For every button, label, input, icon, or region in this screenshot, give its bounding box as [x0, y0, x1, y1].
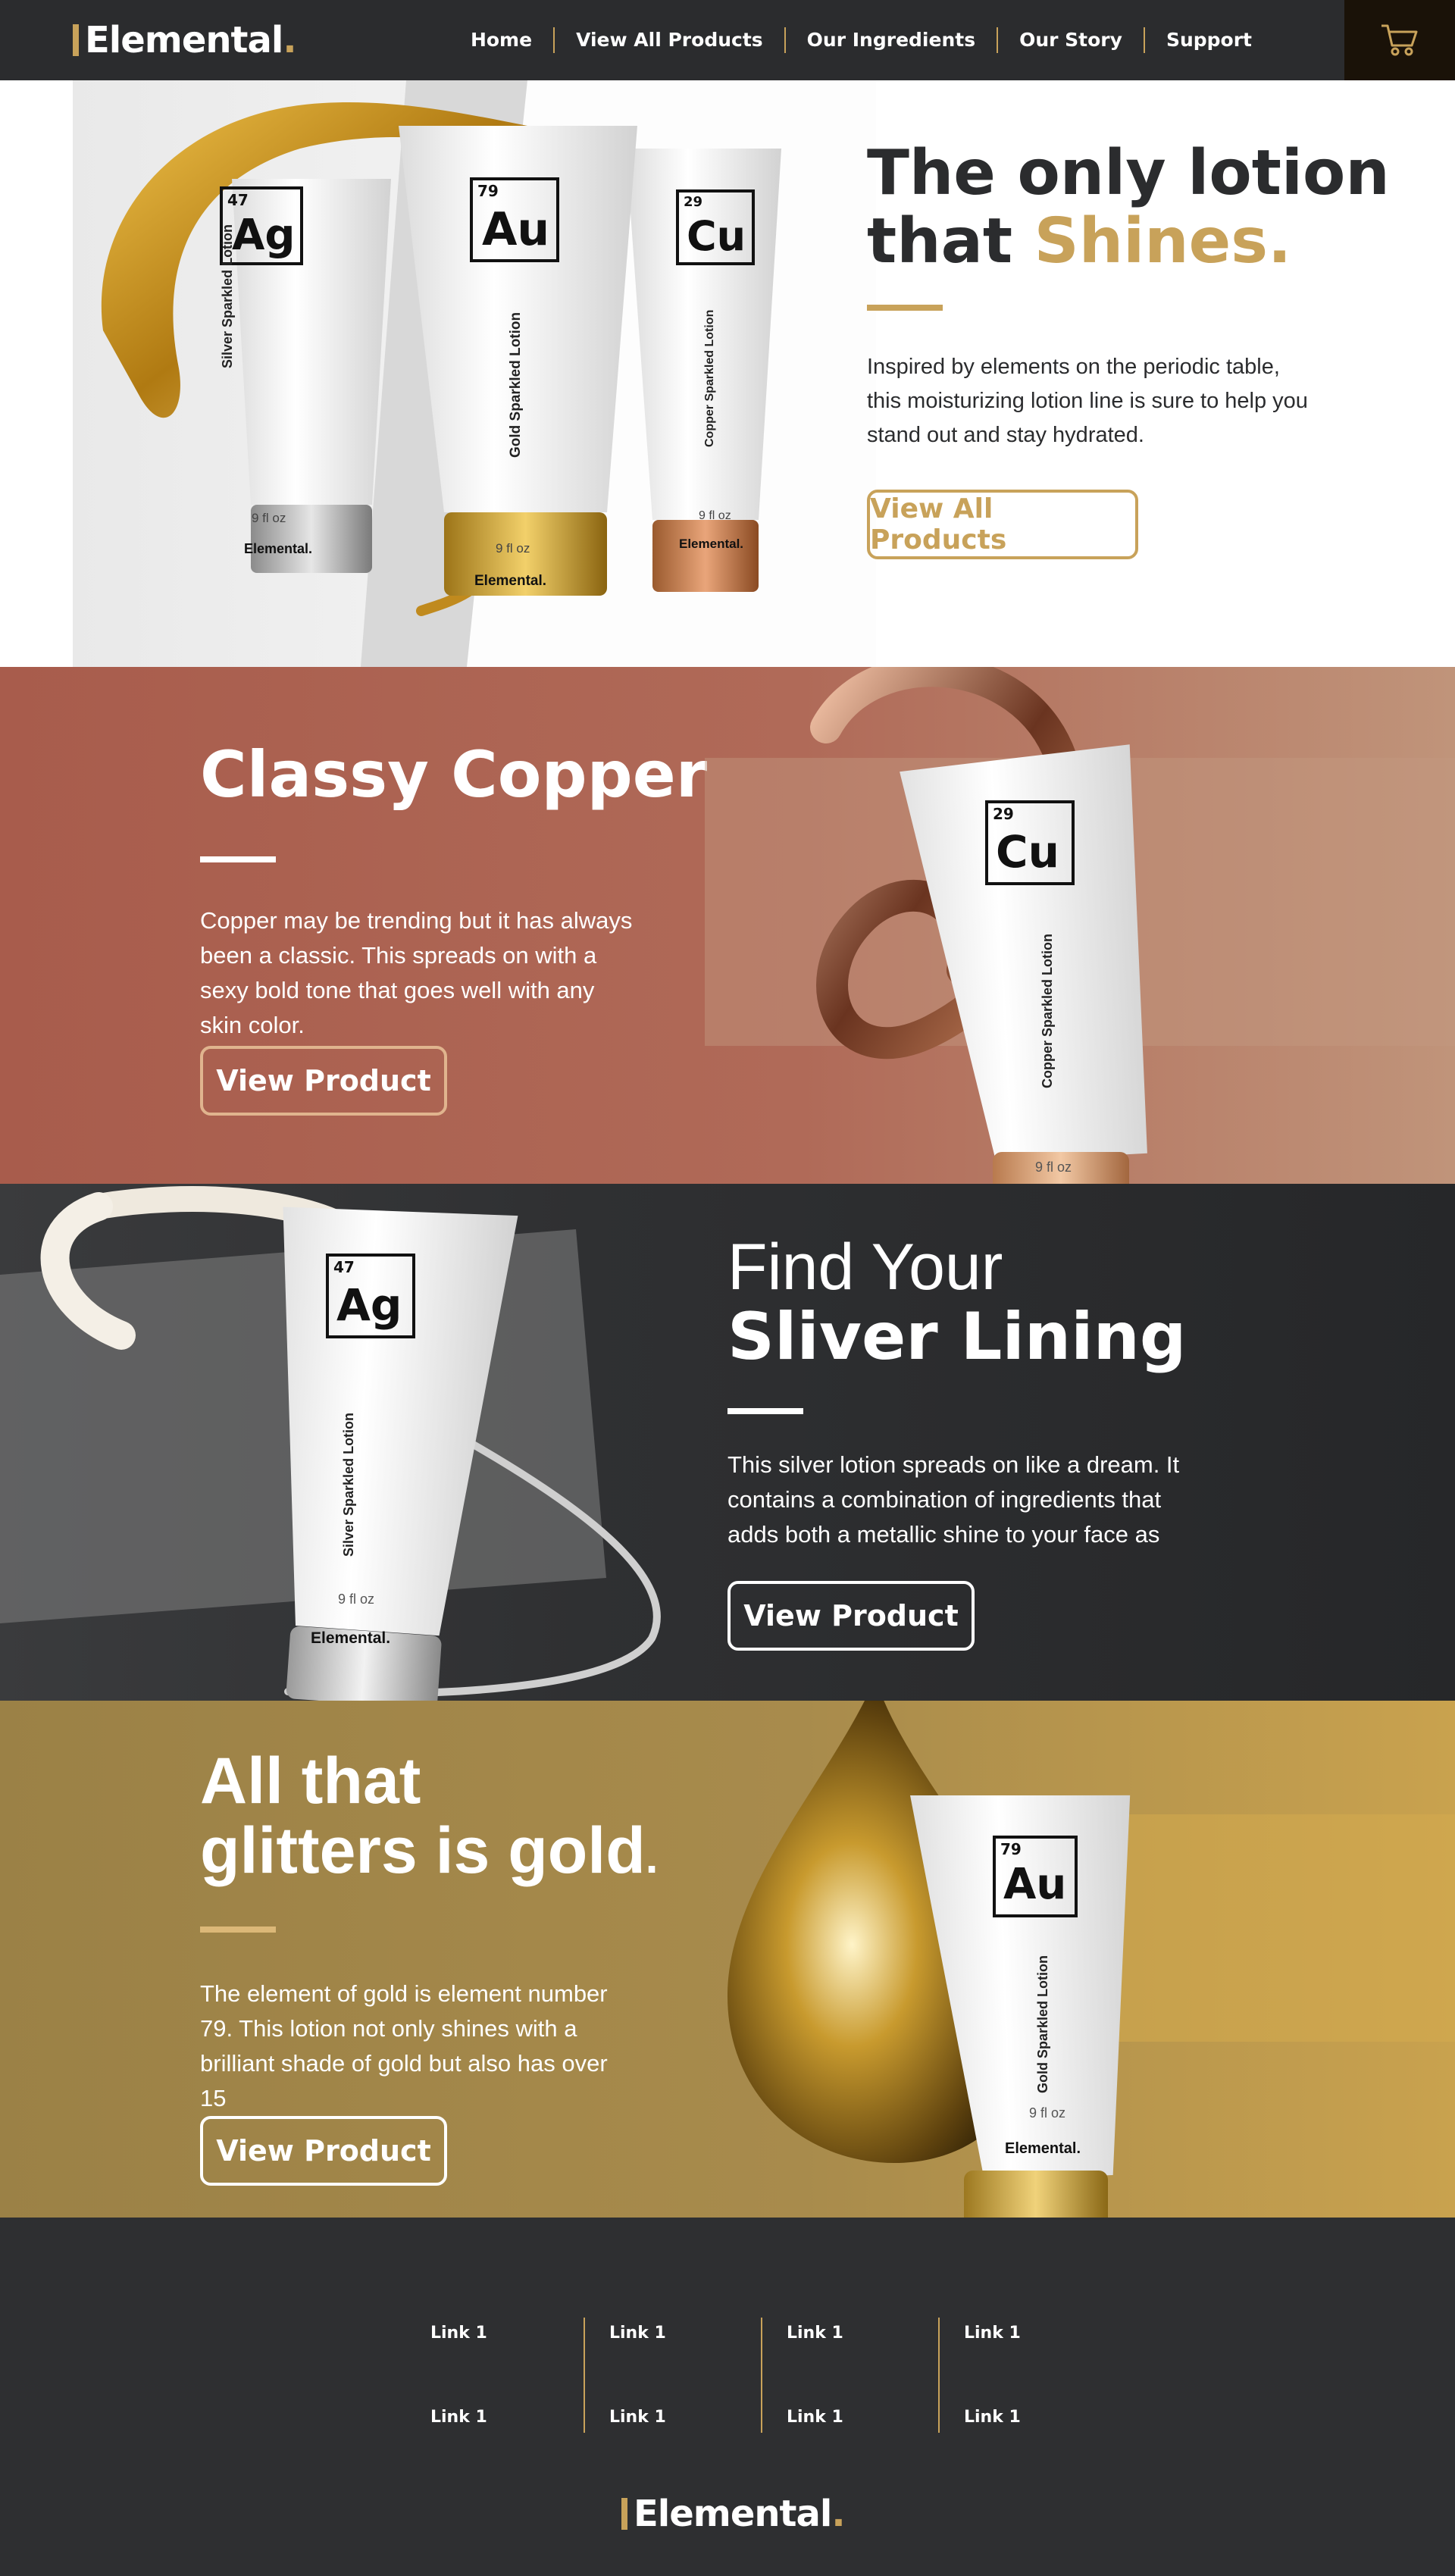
logo-dot: .: [283, 19, 296, 61]
element-symbol: Ag: [336, 1279, 402, 1331]
product-name: Silver Sparkled Lotion: [220, 224, 235, 368]
product-name: Gold Sparkled Lotion: [508, 311, 524, 458]
gold-section: All that glitters is gold. The element of…: [0, 1701, 1455, 2218]
logo-dot: .: [831, 2493, 845, 2535]
copper-tube-label: 29 Cu Copper Sparkled Lotion 9 fl oz Ele…: [985, 800, 1075, 1175]
footer-link[interactable]: Link 1: [609, 2408, 761, 2427]
gold-title-bold: gold: [508, 1814, 646, 1887]
footer-logo[interactable]: Elemental.: [621, 2487, 846, 2540]
copper-section: Classy Copper Copper may be trending but…: [0, 667, 1455, 1184]
cart-icon: [1381, 24, 1418, 56]
element-symbol: Cu: [687, 212, 746, 260]
element-number: 79: [477, 182, 499, 200]
silver-divider: [728, 1408, 803, 1414]
hero-title-highlight: Shines: [1034, 205, 1268, 277]
silver-tube-label: 47 Ag Silver Sparkled Lotion 9 fl oz Ele…: [220, 186, 379, 556]
element-number: 47: [227, 191, 249, 209]
nav-links: Home View All Products Our Ingredients O…: [449, 0, 1273, 80]
product-size: 9 fl oz: [699, 509, 731, 522]
logo-text: Elemental: [634, 2493, 832, 2535]
gold-title: All that glitters is gold.: [200, 1746, 658, 1892]
footer-link[interactable]: Link 1: [609, 2324, 761, 2343]
top-navigation: Elemental. Home View All Products Our In…: [0, 0, 1455, 80]
product-size: 9 fl oz: [496, 541, 530, 556]
footer: Link 1 Link 1 Link 1 Link 1 Link 1 Link …: [0, 2218, 1455, 2576]
copper-tube-label: 29 Cu Copper Sparkled Lotion 9 fl oz Ele…: [676, 189, 828, 551]
product-brand: Elemental.: [311, 1629, 391, 1647]
footer-link[interactable]: Link 1: [430, 2408, 584, 2427]
nav-link-our-story[interactable]: Our Story: [997, 27, 1144, 53]
gold-description: The element of gold is element number 79…: [200, 1980, 608, 2111]
cart-button[interactable]: [1344, 0, 1455, 80]
gold-tube-label: 79 Au Gold Sparkled Lotion 9 fl oz Eleme…: [470, 177, 629, 589]
silver-tube-label: 47 Ag Silver Sparkled Lotion 9 fl oz Ele…: [311, 1254, 415, 1647]
footer-link[interactable]: Link 1: [964, 2324, 1116, 2343]
site-logo[interactable]: Elemental.: [73, 14, 297, 67]
footer-link[interactable]: Link 1: [787, 2408, 938, 2427]
nav-link-view-all-products[interactable]: View All Products: [553, 27, 784, 53]
nav-link-support[interactable]: Support: [1143, 27, 1273, 53]
logo-bar: [73, 24, 79, 56]
gold-title-dot: .: [645, 1832, 659, 1883]
product-brand: Elemental.: [474, 573, 547, 589]
hero-title-dot: .: [1268, 205, 1292, 277]
copper-product-image: [705, 667, 1455, 1184]
copper-description: Copper may be trending but it has always…: [200, 907, 633, 1038]
footer-column: Link 1 Link 1: [406, 2318, 584, 2433]
product-brand: Elemental.: [244, 541, 313, 556]
footer-link[interactable]: Link 1: [787, 2324, 938, 2343]
element-number: 47: [333, 1258, 355, 1276]
product-name: Gold Sparkled Lotion: [1035, 1955, 1050, 2093]
footer-link[interactable]: Link 1: [430, 2324, 584, 2343]
gold-view-product-button[interactable]: View Product: [200, 2116, 447, 2186]
hero-description: Inspired by elements on the periodic tab…: [867, 355, 1308, 447]
footer-column: Link 1 Link 1: [584, 2318, 761, 2433]
product-size: 9 fl oz: [338, 1592, 375, 1607]
hero-section: 47 Ag Silver Sparkled Lotion 9 fl oz Ele…: [0, 80, 1455, 667]
element-symbol: Au: [482, 203, 550, 256]
logo-bar: [621, 2498, 627, 2530]
hero-title: The only lotion that Shines.: [867, 139, 1390, 276]
element-symbol: Au: [1003, 1860, 1067, 1909]
element-symbol: Cu: [996, 826, 1059, 878]
product-name: Copper Sparkled Lotion: [703, 309, 716, 447]
nav-link-home[interactable]: Home: [449, 27, 553, 53]
hero-title-line1: The only lotion: [867, 137, 1390, 209]
silver-section: 47 Ag Silver Sparkled Lotion 9 fl oz Ele…: [0, 1184, 1455, 1701]
silver-view-product-button[interactable]: View Product: [728, 1581, 975, 1651]
gold-title-line2: glitters is: [200, 1814, 508, 1887]
product-size: 9 fl oz: [252, 511, 286, 525]
silver-description: This silver lotion spreads on like a dre…: [728, 1451, 1180, 1548]
gold-tube-label: 79 Au Gold Sparkled Lotion 9 fl oz Eleme…: [993, 1836, 1081, 2157]
product-name: Copper Sparkled Lotion: [1040, 933, 1055, 1088]
view-all-products-button[interactable]: View All Products: [867, 490, 1138, 559]
logo-text: Elemental: [85, 19, 283, 61]
copper-title: Classy Copper: [200, 737, 708, 812]
element-number: 79: [1000, 1840, 1022, 1858]
hero-divider: [867, 305, 943, 311]
nav-link-our-ingredients[interactable]: Our Ingredients: [784, 27, 997, 53]
hero-title-line2: that: [867, 205, 1034, 277]
product-brand: Elemental.: [1005, 2140, 1081, 2157]
copper-view-product-button[interactable]: View Product: [200, 1046, 447, 1116]
gold-divider: [200, 1927, 276, 1933]
footer-column: Link 1 Link 1: [938, 2318, 1116, 2433]
footer-link[interactable]: Link 1: [964, 2408, 1116, 2427]
product-name: Silver Sparkled Lotion: [341, 1412, 356, 1557]
product-size: 9 fl oz: [1035, 1160, 1072, 1175]
product-size: 9 fl oz: [1029, 2105, 1066, 2121]
silver-title-line2: Sliver Lining: [728, 1299, 1187, 1375]
copper-divider: [200, 856, 276, 862]
product-brand: Elemental.: [679, 537, 744, 551]
gold-title-line1: All that: [200, 1745, 421, 1817]
element-symbol: Ag: [232, 211, 296, 260]
silver-title-line1: Find Your: [728, 1231, 1003, 1304]
element-number: 29: [684, 194, 703, 210]
silver-title: Find Your Sliver Lining: [728, 1232, 1186, 1372]
element-number: 29: [993, 805, 1014, 823]
footer-links: Link 1 Link 1 Link 1 Link 1 Link 1 Link …: [406, 2318, 1116, 2433]
footer-column: Link 1 Link 1: [761, 2318, 938, 2433]
